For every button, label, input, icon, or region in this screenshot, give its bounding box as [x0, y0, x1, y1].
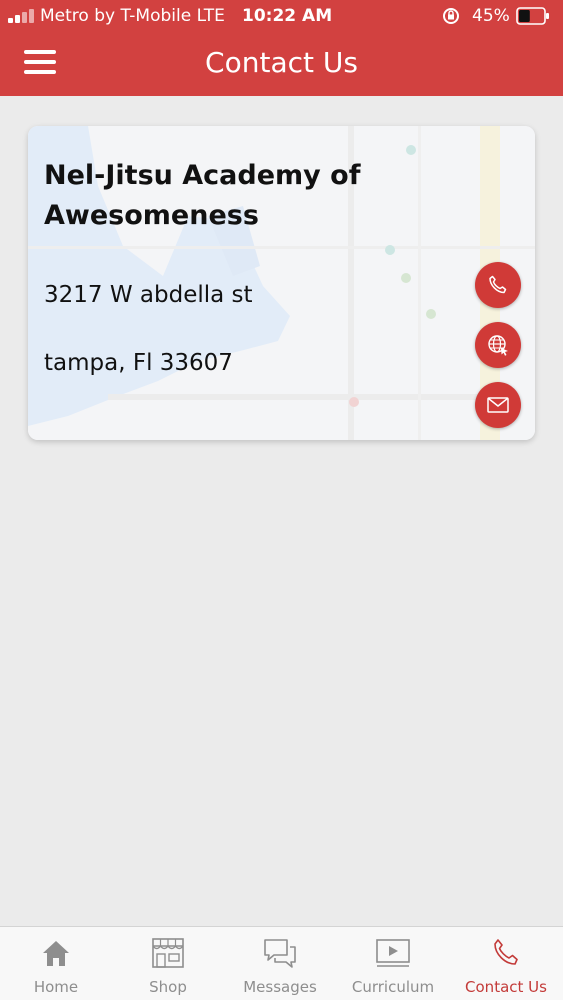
tab-curriculum[interactable]: Curriculum	[337, 927, 449, 1000]
phone-icon	[489, 275, 507, 294]
signal-icon	[8, 9, 38, 23]
phone-icon	[494, 939, 518, 965]
email-button[interactable]	[475, 382, 521, 428]
messages-icon	[264, 939, 296, 968]
address-line-1: 3217 W abdella st	[44, 282, 253, 308]
home-icon	[43, 941, 69, 966]
contact-card: Nel-Jitsu Academy of Awesomeness 3217 W …	[28, 126, 535, 440]
tab-messages[interactable]: Messages	[224, 927, 336, 1000]
video-icon	[376, 939, 410, 967]
status-bar: Metro by T-Mobile LTE 10:22 AM 45%	[0, 0, 563, 32]
page-title: Contact Us	[205, 46, 358, 79]
envelope-icon	[487, 397, 509, 413]
tab-label: Curriculum	[351, 978, 435, 996]
status-time: 10:22 AM	[242, 6, 333, 26]
tab-shop[interactable]: Shop	[112, 927, 224, 1000]
battery-icon	[516, 7, 549, 25]
globe-icon	[488, 335, 508, 356]
tab-label: Shop	[149, 978, 187, 996]
tab-home[interactable]: Home	[0, 927, 112, 1000]
address-line-2: tampa, Fl 33607	[44, 350, 233, 376]
website-button[interactable]	[475, 322, 521, 368]
orientation-lock-icon	[443, 8, 459, 24]
app-header: Metro by T-Mobile LTE 10:22 AM 45% Conta…	[0, 0, 563, 96]
tab-label: Home	[33, 978, 79, 996]
tab-label: Contact Us	[465, 978, 547, 996]
shop-icon	[152, 938, 184, 968]
business-name: Nel-Jitsu Academy of Awesomeness	[44, 160, 361, 231]
call-button[interactable]	[475, 262, 521, 308]
tab-contact-us[interactable]: Contact Us	[450, 927, 562, 1000]
bottom-tab-bar: Home Shop Messages Curriculum Contact Us	[0, 926, 563, 1000]
carrier-label: Metro by T-Mobile LTE	[40, 6, 225, 26]
tab-label: Messages	[243, 978, 317, 996]
battery-percent: 45%	[472, 6, 510, 26]
